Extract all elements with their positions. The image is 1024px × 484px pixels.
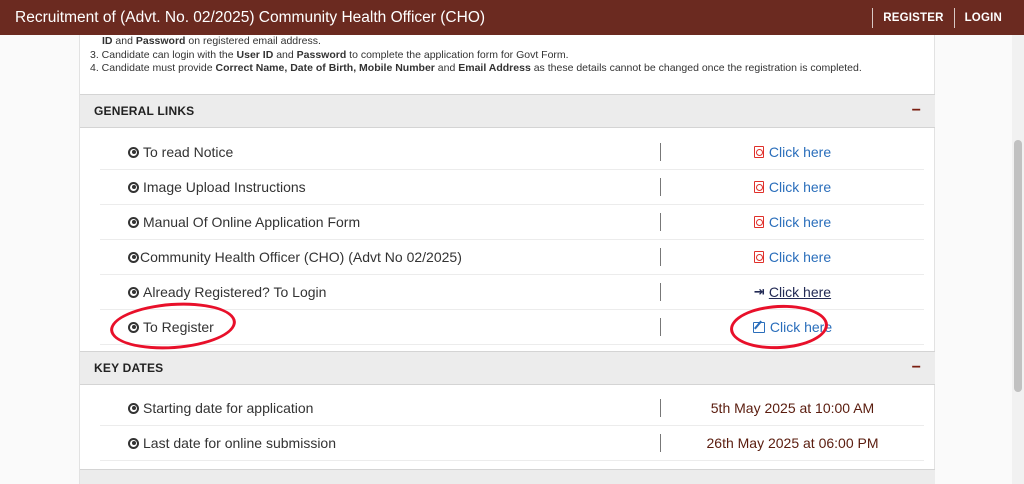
key-dates-header[interactable]: KEY DATES −	[80, 351, 935, 385]
cho-advt-click-here-link[interactable]: Click here	[769, 249, 831, 265]
top-nav: REGISTER LOGIN	[872, 0, 1024, 35]
dot-circle-icon	[128, 216, 139, 228]
page-title: Recruitment of (Advt. No. 02/2025) Commu…	[15, 8, 486, 26]
dot-circle-icon	[128, 146, 139, 158]
image-upload-click-here-link[interactable]: Click here	[769, 179, 831, 195]
link-row-cho-advt: Community Health Officer (CHO) (Advt No …	[100, 240, 924, 275]
dot-circle-icon	[128, 286, 139, 298]
last-date-value: 26th May 2025 at 06:00 PM	[706, 435, 879, 451]
collapse-icon[interactable]: −	[912, 102, 921, 120]
instruction-line-4: 4. Candidate must provide Correct Name, …	[90, 62, 862, 74]
login-link[interactable]: LOGIN	[953, 7, 1012, 28]
top-navbar: Recruitment of (Advt. No. 02/2025) Commu…	[0, 0, 1024, 35]
link-row-manual: Manual Of Online Application Form Click …	[100, 205, 924, 240]
login-click-here-link[interactable]: Click here	[769, 284, 831, 300]
notice-click-here-link[interactable]: Click here	[769, 144, 831, 160]
helpdesk-header-partial	[80, 469, 935, 484]
start-date-value: 5th May 2025 at 10:00 AM	[710, 400, 875, 416]
register-link[interactable]: REGISTER	[872, 7, 953, 28]
collapse-icon[interactable]: −	[912, 359, 921, 377]
date-row-last: Last date for online submission 26th May…	[100, 426, 924, 461]
date-row-start: Starting date for application 5th May 20…	[100, 391, 924, 426]
content-panel: ID and Password on registered email addr…	[79, 35, 935, 484]
page-margin-left	[0, 35, 79, 484]
link-row-login: Already Registered? To Login ⇥ Click here	[100, 275, 924, 310]
instruction-line-2-tail: ID and Password on registered email addr…	[102, 35, 321, 47]
file-pdf-icon	[753, 181, 764, 193]
page-margin-right	[935, 35, 1012, 484]
file-pdf-icon	[753, 146, 764, 158]
dot-circle-icon	[128, 251, 139, 263]
general-links-header[interactable]: GENERAL LINKS −	[80, 94, 935, 128]
instructions-list: ID and Password on registered email addr…	[90, 35, 862, 76]
link-row-image-upload: Image Upload Instructions Click here	[100, 170, 924, 205]
manual-click-here-link[interactable]: Click here	[769, 214, 831, 230]
link-row-notice: To read Notice Click here	[100, 135, 924, 170]
vertical-scrollbar[interactable]	[1012, 35, 1024, 484]
scrollbar-thumb[interactable]	[1014, 140, 1022, 392]
dot-circle-icon	[128, 181, 139, 193]
general-links-title: GENERAL LINKS	[94, 104, 195, 118]
dot-circle-icon	[128, 437, 139, 449]
file-pdf-icon	[753, 251, 764, 263]
key-dates-title: KEY DATES	[94, 361, 164, 375]
sign-in-icon: ⇥	[753, 284, 765, 299]
dot-circle-icon	[128, 402, 139, 414]
file-pdf-icon	[753, 216, 764, 228]
instruction-line-3: 3. Candidate can login with the User ID …	[90, 48, 569, 61]
